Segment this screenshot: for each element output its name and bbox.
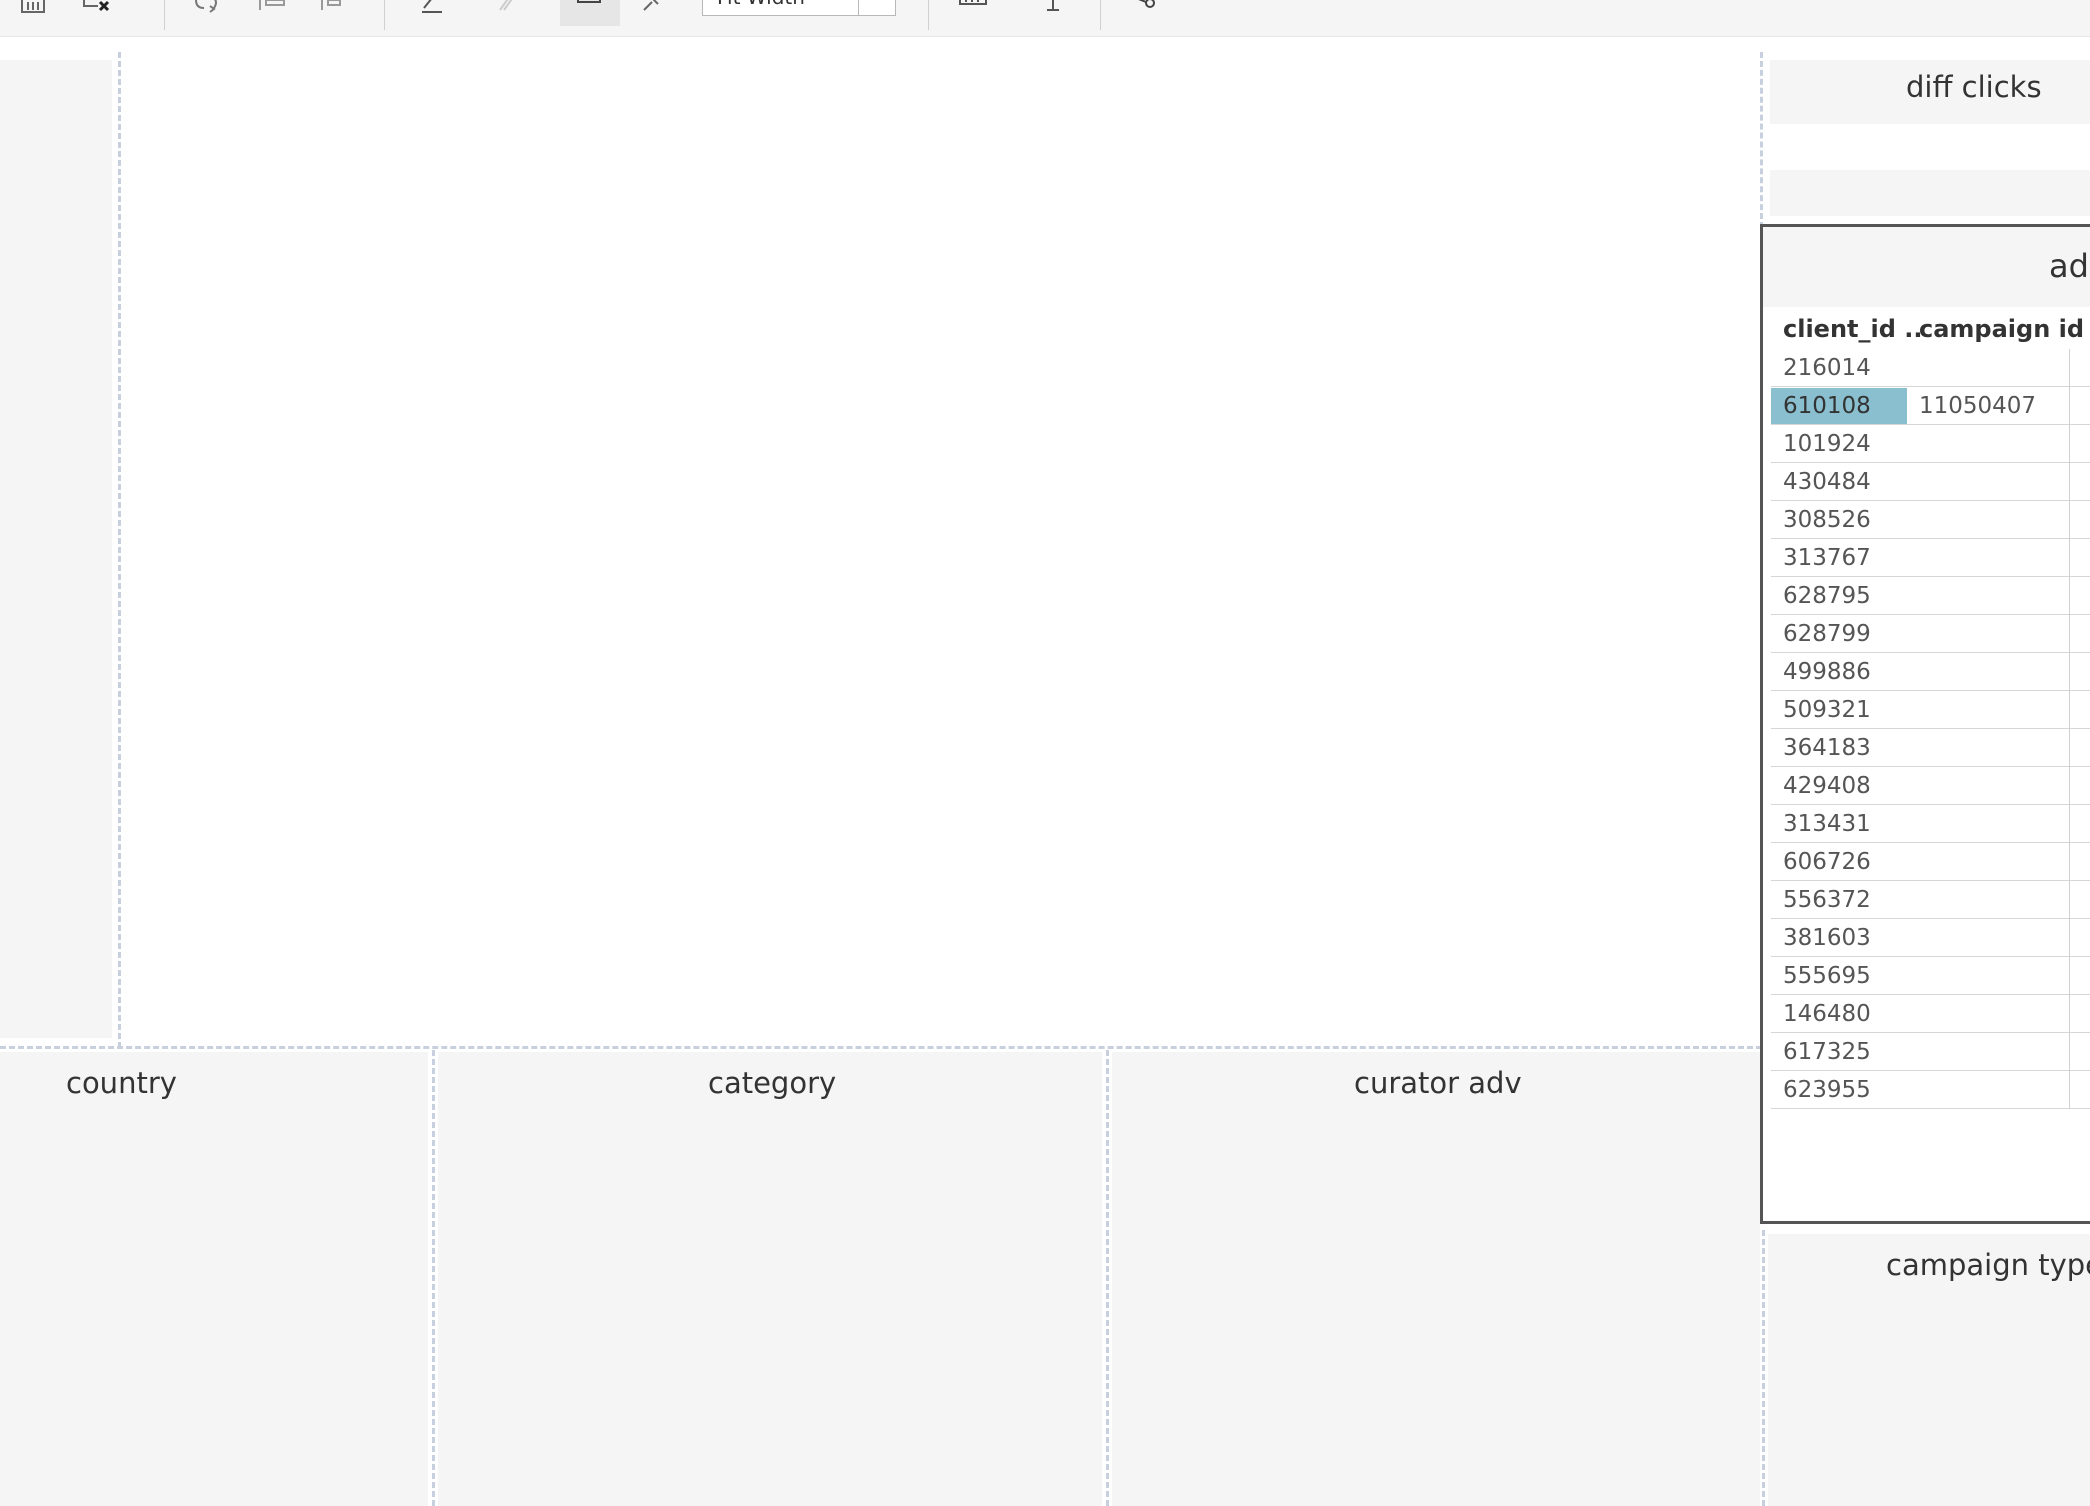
- highlight-icon[interactable]: [414, 0, 448, 18]
- client-id-cell[interactable]: 606726: [1783, 849, 1871, 875]
- toolbar-separator: [928, 0, 929, 30]
- pin-icon[interactable]: [636, 0, 670, 18]
- country-filter-title: country: [66, 1066, 177, 1100]
- zoom-select[interactable]: Fit Width: [702, 0, 896, 16]
- zoom-select-value: Fit Width: [717, 0, 805, 9]
- table-row[interactable]: 509321: [1771, 691, 2090, 729]
- toolbar-separator: [164, 0, 165, 30]
- table-row[interactable]: 499886: [1771, 653, 2090, 691]
- data-source-icon[interactable]: [16, 0, 50, 18]
- campaign-type-filter-title: campaign type: [1886, 1248, 2090, 1282]
- client-id-cell[interactable]: 617325: [1783, 1039, 1871, 1065]
- category-filter[interactable]: category: [438, 1052, 1102, 1506]
- container-border: [432, 1050, 435, 1506]
- table-row[interactable]: 308526: [1771, 501, 2090, 539]
- client-id-cell[interactable]: 430484: [1783, 469, 1871, 495]
- column-header-campaign-id[interactable]: campaign id: [1919, 315, 2084, 343]
- curator-adv-filter[interactable]: curator adv: [1112, 1052, 1760, 1506]
- table-row[interactable]: 610108 11050407: [1771, 387, 2090, 425]
- adv-table: adv client_id .. campaign id 216014 61010…: [1760, 224, 2090, 1224]
- table-row[interactable]: 146480: [1771, 995, 2090, 1033]
- table-row[interactable]: 430484: [1771, 463, 2090, 501]
- chevron-down-icon[interactable]: [858, 0, 895, 15]
- adv-table-title: adv: [2049, 247, 2090, 285]
- column-header-client-id[interactable]: client_id ..: [1783, 315, 1923, 343]
- left-panel: [0, 60, 112, 1038]
- client-id-cell[interactable]: 628799: [1783, 621, 1871, 647]
- diff-clicks-title: diff clicks: [1906, 70, 2042, 104]
- share-icon[interactable]: [1128, 0, 1162, 18]
- client-id-cell[interactable]: 313767: [1783, 545, 1871, 571]
- sort-ascending-icon[interactable]: [254, 0, 288, 18]
- client-id-cell[interactable]: 313431: [1783, 811, 1871, 837]
- client-id-cell[interactable]: 610108: [1783, 393, 1871, 419]
- table-row[interactable]: 364183: [1771, 729, 2090, 767]
- container-border: [0, 1046, 1762, 1049]
- table-row[interactable]: 216014: [1771, 349, 2090, 387]
- client-id-cell[interactable]: 146480: [1783, 1001, 1871, 1027]
- swap-icon[interactable]: [190, 0, 224, 18]
- table-row[interactable]: 429408: [1771, 767, 2090, 805]
- table-row[interactable]: 313431: [1771, 805, 2090, 843]
- campaign-id-cell[interactable]: 11050407: [1919, 393, 2036, 419]
- client-id-cell[interactable]: 308526: [1783, 507, 1871, 533]
- client-id-cell[interactable]: 364183: [1783, 735, 1871, 761]
- group-icon[interactable]: [490, 0, 524, 18]
- presentation-icon[interactable]: [1036, 0, 1070, 18]
- toolbar-separator: [384, 0, 385, 30]
- container-border: [1760, 52, 1763, 228]
- table-row[interactable]: 623955: [1771, 1071, 2090, 1109]
- table-row[interactable]: 555695: [1771, 957, 2090, 995]
- country-filter[interactable]: country: [0, 1052, 428, 1506]
- diff-clicks-panel: diff clicks: [1770, 60, 2090, 124]
- table-row[interactable]: 381603: [1771, 919, 2090, 957]
- sort-descending-icon[interactable]: [316, 0, 350, 18]
- client-id-cell[interactable]: 623955: [1783, 1077, 1871, 1103]
- diff-clicks-body: [1770, 170, 2090, 216]
- clear-sheet-icon[interactable]: [80, 0, 114, 18]
- table-row[interactable]: 628799: [1771, 615, 2090, 653]
- table-row[interactable]: 101924: [1771, 425, 2090, 463]
- table-row[interactable]: 617325: [1771, 1033, 2090, 1071]
- show-mark-labels-icon[interactable]: [572, 0, 606, 18]
- toolbar-separator: [1100, 0, 1101, 30]
- table-row[interactable]: 606726: [1771, 843, 2090, 881]
- client-id-cell[interactable]: 556372: [1783, 887, 1871, 913]
- category-filter-title: category: [708, 1066, 837, 1100]
- container-border: [1106, 1050, 1109, 1506]
- curator-adv-filter-title: curator adv: [1354, 1066, 1522, 1100]
- client-id-cell[interactable]: 555695: [1783, 963, 1871, 989]
- client-id-cell[interactable]: 101924: [1783, 431, 1871, 457]
- client-id-cell[interactable]: 216014: [1783, 355, 1871, 381]
- table-row[interactable]: 628795: [1771, 577, 2090, 615]
- table-row[interactable]: 313767: [1771, 539, 2090, 577]
- client-id-cell[interactable]: 499886: [1783, 659, 1871, 685]
- adv-table-header: adv: [1763, 227, 2090, 307]
- column-divider: [2069, 349, 2070, 1109]
- table-row[interactable]: 556372: [1771, 881, 2090, 919]
- campaign-type-filter[interactable]: campaign type: [1768, 1234, 2090, 1506]
- client-id-cell[interactable]: 429408: [1783, 773, 1871, 799]
- client-id-cell[interactable]: 628795: [1783, 583, 1871, 609]
- container-border: [118, 52, 121, 1048]
- client-id-cell[interactable]: 381603: [1783, 925, 1871, 951]
- container-border: [1762, 1230, 1765, 1506]
- toolbar: Fit Width: [0, 0, 2090, 37]
- show-cards-icon[interactable]: [956, 0, 990, 18]
- client-id-cell[interactable]: 509321: [1783, 697, 1871, 723]
